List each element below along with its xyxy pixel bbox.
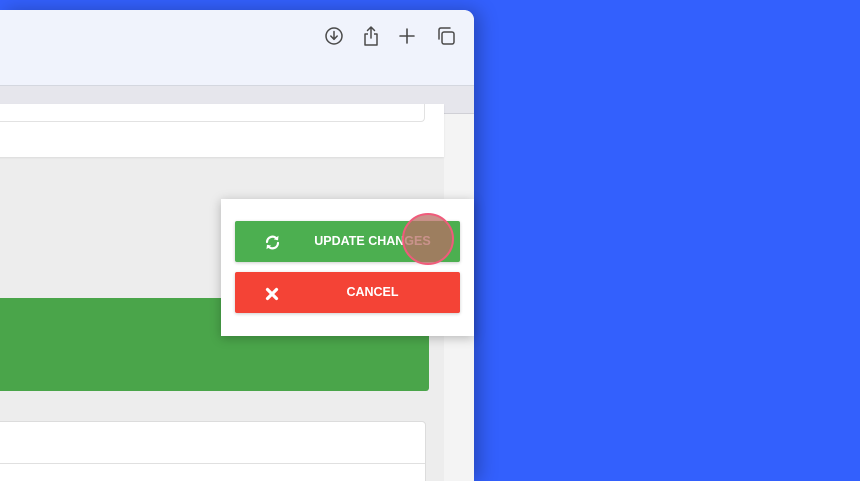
refresh-icon <box>263 233 281 251</box>
top-card <box>0 104 444 157</box>
bottom-card-divider <box>0 463 425 464</box>
new-tab-icon[interactable] <box>396 25 418 47</box>
top-card-field <box>0 104 425 122</box>
share-icon[interactable] <box>360 25 382 47</box>
cancel-label: CANCEL <box>346 285 399 299</box>
close-icon <box>263 285 281 303</box>
update-changes-label: UPDATE CHANGES <box>314 234 431 248</box>
browser-toolbar <box>0 10 474 86</box>
cancel-button[interactable]: CANCEL <box>235 272 460 313</box>
bottom-card <box>0 421 426 481</box>
download-icon[interactable] <box>323 25 345 47</box>
update-changes-button[interactable]: UPDATE CHANGES <box>235 221 460 262</box>
action-popup: UPDATE CHANGES CANCEL <box>221 199 474 336</box>
tab-overview-icon[interactable] <box>435 25 457 47</box>
